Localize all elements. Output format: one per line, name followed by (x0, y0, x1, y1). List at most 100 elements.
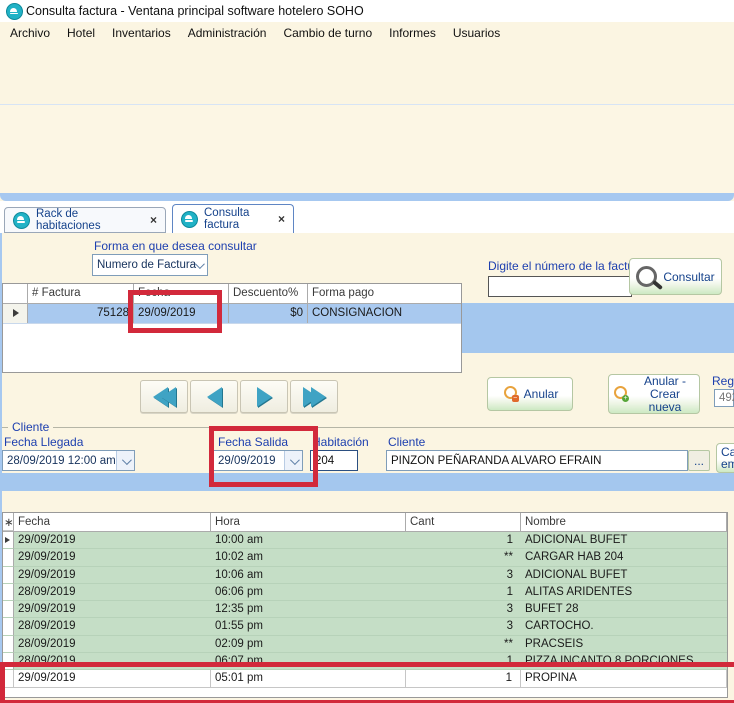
menu-informes[interactable]: Informes (389, 26, 436, 40)
table-row[interactable]: 29/09/201910:02 am**CARGAR HAB 204 (3, 549, 727, 566)
cell-fecha: 28/09/2019 (14, 584, 211, 601)
col-fecha[interactable]: Fecha (14, 513, 211, 531)
cell-fecha: 29/09/2019 (14, 601, 211, 618)
title-bar: Consulta factura - Ventana principal sof… (0, 0, 734, 23)
registro-label: Regist (712, 374, 734, 388)
cliente-browse-button[interactable]: ... (688, 450, 710, 471)
invoice-table-header: # Factura Fecha Descuento% Forma pago (3, 284, 461, 304)
table-row[interactable]: 28/09/201906:06 pm1ALITAS ARIDENTES (3, 584, 727, 601)
first-record-button[interactable] (140, 380, 188, 413)
cell-descuento: $0 (229, 304, 308, 323)
table-row[interactable]: 29/09/201912:35 pm3BUFET 28 (3, 601, 727, 618)
tab-rack-de-habitaciones[interactable]: Rack de habitaciones × (4, 207, 166, 233)
menu-hotel[interactable]: Hotel (67, 26, 95, 40)
menu-usuarios[interactable]: Usuarios (453, 26, 500, 40)
fecha-salida-label: Fecha Salida (218, 435, 288, 449)
new-row-marker-icon: ∗ (3, 513, 14, 531)
query-mode-select[interactable]: Numero de Factura (92, 254, 208, 276)
table-row[interactable]: 28/09/201901:55 pm3CARTOCHO. (3, 618, 727, 635)
next-record-button[interactable] (240, 380, 288, 413)
col-forma-pago[interactable]: Forma pago (308, 284, 461, 303)
fecha-llegada-select[interactable]: 28/09/2019 12:00 am (2, 450, 135, 471)
cell-fecha: 29/09/2019 (14, 532, 211, 549)
cliente-field[interactable]: PINZON PEÑARANDA ALVARO EFRAIN (386, 450, 688, 471)
query-mode-label: Forma en que desea consultar (94, 239, 257, 253)
tab-icon (181, 211, 198, 228)
menu-administración[interactable]: Administración (188, 26, 267, 40)
ribbon: ✓✓✎OrdenesHuespedesGastos$Arqueo17Reserv… (0, 104, 734, 194)
col-fecha[interactable]: Fecha (134, 284, 229, 303)
invoice-number-label: Digite el número de la factura (488, 259, 645, 273)
cell-fecha: 29/09/2019 (14, 567, 211, 584)
next-icon (257, 387, 272, 407)
cell-nombre: CARTOCHO. (521, 618, 727, 635)
col-cant[interactable]: Cant (406, 513, 521, 531)
cell-cant: 3 (406, 567, 521, 584)
cell-factura: 75128 (28, 304, 134, 323)
menu-inventarios[interactable]: Inventarios (112, 26, 171, 40)
cliente-label: Cliente (388, 435, 425, 449)
cell-fecha: 29/09/2019 (134, 304, 229, 323)
invoice-table: # Factura Fecha Descuento% Forma pago 75… (2, 283, 462, 373)
cell-hora: 10:02 am (211, 549, 406, 566)
menu-archivo[interactable]: Archivo (10, 26, 50, 40)
tab-label: Consulta factura (204, 207, 272, 231)
cliente-group-label: Cliente (8, 420, 53, 434)
cell-nombre: PRACSEIS (521, 636, 727, 653)
partial-edge-button[interactable]: Car em (716, 443, 734, 473)
cell-cant: 3 (406, 601, 521, 618)
cell-forma-pago: CONSIGNACION (308, 304, 461, 323)
consultar-button[interactable]: Consultar (629, 258, 722, 295)
close-icon[interactable]: × (150, 213, 157, 227)
col-factura[interactable]: # Factura (28, 284, 134, 303)
col-nombre[interactable]: Nombre (521, 513, 727, 531)
ribbon-bottom-edge (0, 193, 734, 201)
previous-icon (207, 387, 222, 407)
cell-hora: 02:09 pm (211, 636, 406, 653)
decorative-band (0, 473, 734, 491)
menu-cambio-de-turno[interactable]: Cambio de turno (283, 26, 372, 40)
registro-field: 492 (714, 389, 734, 407)
anular-crear-nueva-button[interactable]: + Anular - Crear nueva (608, 374, 700, 414)
cell-hora: 01:55 pm (211, 618, 406, 635)
table-row[interactable]: 29/09/201905:01 pm1PROPINA (3, 670, 727, 687)
invoice-row-selected[interactable]: 75128 29/09/2019 $0 CONSIGNACION (3, 304, 461, 324)
fecha-llegada-label: Fecha Llegada (4, 435, 83, 449)
query-mode-value: Numero de Factura (97, 259, 196, 271)
app-icon (6, 3, 23, 20)
cell-fecha: 28/09/2019 (14, 653, 211, 670)
cell-fecha: 29/09/2019 (14, 549, 211, 566)
habitacion-field[interactable]: 204 (310, 450, 358, 471)
table-row[interactable]: 28/09/201906:07 pm1PIZZA INCANTO 8 PORCI… (3, 653, 727, 670)
anular-label: Anular (524, 387, 559, 401)
first-icon (153, 387, 176, 407)
tab-consulta-factura[interactable]: Consulta factura × (172, 204, 294, 234)
fecha-salida-value: 29/09/2019 (218, 455, 276, 467)
col-descuento[interactable]: Descuento% (229, 284, 308, 303)
invoice-number-input[interactable] (488, 276, 632, 297)
window-title: Consulta factura - Ventana principal sof… (26, 4, 364, 18)
cell-cant: 1 (406, 653, 521, 670)
last-record-button[interactable] (290, 380, 338, 413)
fecha-salida-select[interactable]: 29/09/2019 (213, 450, 303, 471)
close-icon[interactable]: × (278, 212, 285, 226)
ribbon-tabstrip: SOHO Principal (0, 77, 734, 104)
cell-cant: 1 (406, 670, 521, 687)
row-indicator-icon (5, 537, 10, 543)
cell-nombre: BUFET 28 (521, 601, 727, 618)
charges-table: ∗ Fecha Hora Cant Nombre 29/09/201910:00… (2, 512, 728, 698)
side-panel-fill (462, 303, 734, 353)
cell-nombre: ALITAS ARIDENTES (521, 584, 727, 601)
table-row[interactable]: 29/09/201910:06 am3ADICIONAL BUFET (3, 567, 727, 584)
last-icon (303, 387, 326, 407)
table-row[interactable]: 29/09/201910:00 am1ADICIONAL BUFET (3, 532, 727, 549)
previous-record-button[interactable] (190, 380, 238, 413)
cell-fecha: 28/09/2019 (14, 636, 211, 653)
anular-crear-label: Anular - Crear nueva (634, 375, 696, 414)
anular-button[interactable]: − Anular (487, 377, 573, 411)
table-row[interactable]: 28/09/201902:09 pm**PRACSEIS (3, 636, 727, 653)
cell-cant: ** (406, 549, 521, 566)
cell-cant: ** (406, 636, 521, 653)
col-hora[interactable]: Hora (211, 513, 406, 531)
cell-hora: 05:01 pm (211, 670, 406, 687)
